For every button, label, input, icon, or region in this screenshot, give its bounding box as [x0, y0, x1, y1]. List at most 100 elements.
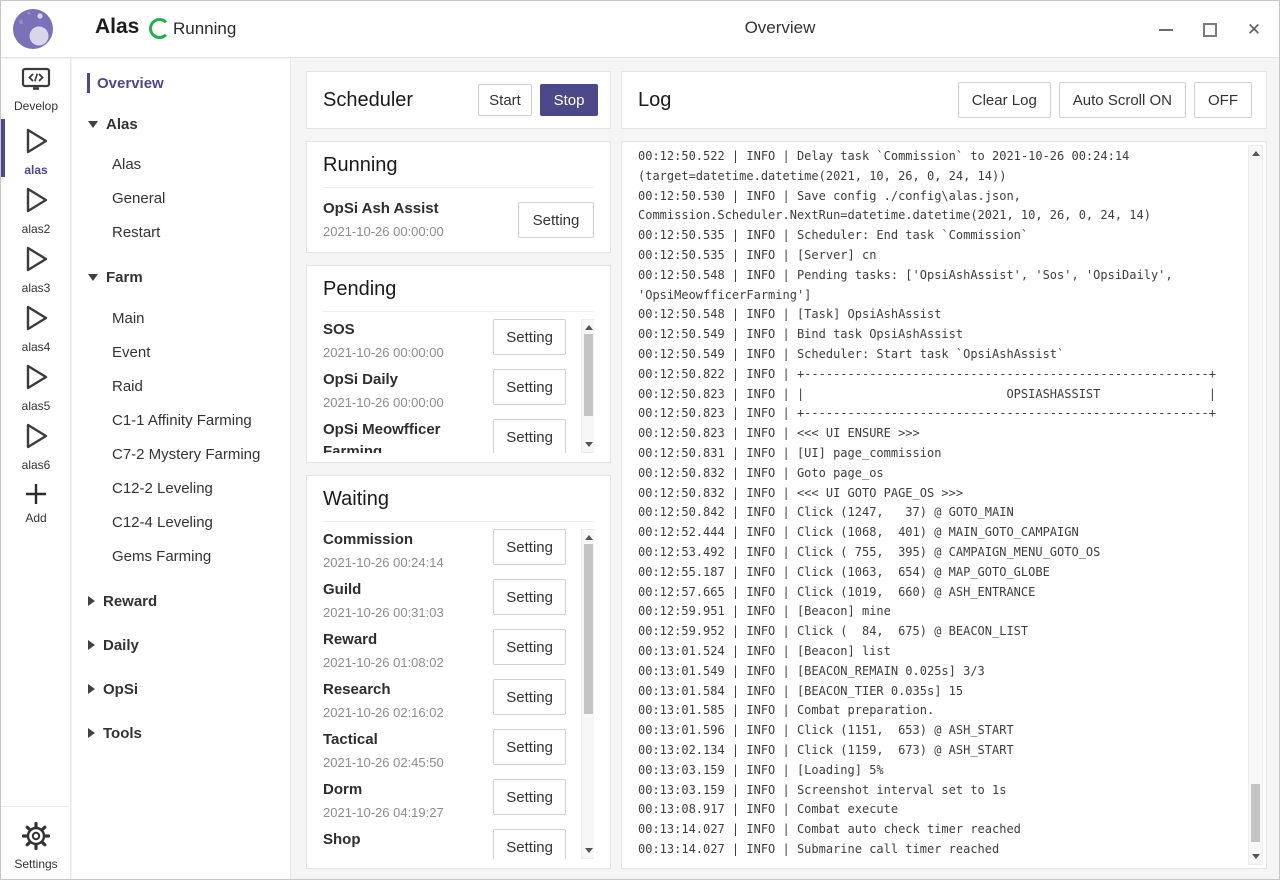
scrollbar-down-icon[interactable] — [582, 844, 594, 857]
rail-item-alas3[interactable]: alas3 — [1, 241, 71, 295]
task-time: 2021-10-26 00:24:14 — [323, 553, 493, 573]
minimize-icon — [1159, 29, 1173, 31]
task-time: 2021-10-26 01:08:02 — [323, 653, 493, 673]
minimize-button[interactable] — [1151, 15, 1181, 45]
menu-item-c12-2-leveling[interactable]: C12-2 Leveling — [72, 477, 290, 499]
scrollbar-thumb[interactable] — [584, 544, 593, 714]
setting-button[interactable]: Setting — [493, 829, 566, 859]
rail-item-alas2[interactable]: alas2 — [1, 182, 71, 236]
play-icon — [18, 182, 54, 218]
stop-button[interactable]: Stop — [540, 84, 598, 116]
setting-button[interactable]: Setting — [493, 629, 566, 665]
task-row: Shop Setting — [323, 829, 594, 859]
rail-item-alas[interactable]: alas — [1, 123, 71, 177]
setting-button[interactable]: Setting — [493, 679, 566, 715]
scrollbar-down-icon[interactable] — [1249, 850, 1262, 863]
rail-item-alas6[interactable]: alas6 — [1, 418, 71, 472]
menu-item-c1-1-affinity-farming[interactable]: C1-1 Affinity Farming — [72, 409, 290, 431]
rail-item-alas5[interactable]: alas5 — [1, 359, 71, 413]
menu-item-c7-2-mystery-farming[interactable]: C7-2 Mystery Farming — [72, 443, 290, 465]
task-time: 2021-10-26 00:31:03 — [323, 603, 493, 623]
log-scrollbar[interactable] — [1248, 145, 1263, 865]
task-row: Commission 2021-10-26 00:24:14 Setting — [323, 529, 594, 579]
task-row: OpSi Meowfficer Farming Setting — [323, 419, 594, 453]
setting-button[interactable]: Setting — [493, 729, 566, 765]
running-card: Running OpSi Ash Assist 2021-10-26 00:00… — [306, 141, 611, 253]
rail-item-label: alas3 — [22, 281, 51, 295]
menu-item-main[interactable]: Main — [72, 307, 290, 329]
setting-button[interactable]: Setting — [493, 529, 566, 565]
scrollbar-up-icon[interactable] — [1249, 147, 1262, 160]
auto-scroll-on-button[interactable]: Auto Scroll ON — [1059, 82, 1186, 118]
scrollbar-thumb[interactable] — [584, 334, 593, 416]
start-button[interactable]: Start — [478, 84, 532, 116]
setting-button[interactable]: Setting — [518, 202, 594, 238]
menu-item-event[interactable]: Event — [72, 341, 290, 363]
pending-card: Pending SOS 2021-10-26 00:00:00 Setting … — [306, 265, 611, 463]
task-name: Commission — [323, 529, 493, 551]
chevron-right-icon — [88, 640, 95, 650]
task-row: OpSi Daily 2021-10-26 00:00:00 Setting — [323, 369, 594, 419]
menu-group-label: Farm — [106, 269, 143, 286]
maximize-button[interactable] — [1195, 15, 1225, 45]
scrollbar-thumb[interactable] — [1251, 784, 1260, 842]
waiting-scrollbar[interactable] — [581, 529, 594, 859]
pending-scrollbar[interactable] — [581, 319, 594, 453]
menu-item-label: C7-2 Mystery Farming — [112, 446, 260, 463]
task-time: 2021-10-26 00:00:00 — [323, 222, 501, 242]
menu-item-raid[interactable]: Raid — [72, 375, 290, 397]
title-bar: Alas Running Overview ✕ — [1, 1, 1279, 58]
chevron-right-icon — [88, 728, 95, 738]
setting-button[interactable]: Setting — [493, 419, 566, 453]
close-button[interactable]: ✕ — [1239, 15, 1269, 45]
gear-icon — [19, 819, 53, 853]
scrollbar-up-icon[interactable] — [582, 321, 594, 334]
setting-button[interactable]: Setting — [493, 579, 566, 615]
menu-item-alas[interactable]: Alas — [72, 153, 290, 175]
chevron-right-icon — [88, 596, 95, 606]
scrollbar-down-icon[interactable] — [582, 438, 594, 451]
menu-item-label: Restart — [112, 224, 160, 241]
scrollbar-up-icon[interactable] — [582, 531, 594, 544]
clear-log-button[interactable]: Clear Log — [958, 82, 1051, 118]
pending-task-list: SOS 2021-10-26 00:00:00 Setting OpSi Dai… — [323, 319, 594, 453]
rail-item-alas4[interactable]: alas4 — [1, 300, 71, 354]
pending-title: Pending — [323, 278, 594, 301]
task-time: 2021-10-26 04:19:27 — [323, 803, 493, 823]
task-name: OpSi Daily — [323, 369, 493, 391]
scheduler-title: Scheduler — [323, 89, 478, 112]
menu-group-daily[interactable]: Daily — [72, 634, 290, 656]
setting-button[interactable]: Setting — [493, 779, 566, 815]
menu-item-overview[interactable]: Overview — [72, 72, 290, 94]
menu-group-farm[interactable]: Farm — [72, 266, 290, 288]
menu-item-c12-4-leveling[interactable]: C12-4 Leveling — [72, 511, 290, 533]
play-icon — [18, 123, 54, 159]
auto-scroll-off-button[interactable]: OFF — [1194, 82, 1252, 118]
task-row: Research 2021-10-26 02:16:02 Setting — [323, 679, 594, 729]
menu-group-alas[interactable]: Alas — [72, 113, 290, 135]
setting-button[interactable]: Setting — [493, 319, 566, 355]
menu-item-general[interactable]: General — [72, 187, 290, 209]
setting-button[interactable]: Setting — [493, 369, 566, 405]
rail-item-add[interactable]: Add — [1, 481, 71, 525]
menu-group-reward[interactable]: Reward — [72, 590, 290, 612]
task-time: 2021-10-26 02:45:50 — [323, 753, 493, 773]
develop-icon — [21, 67, 51, 95]
menu-item-restart[interactable]: Restart — [72, 221, 290, 243]
running-spinner-icon — [149, 18, 170, 39]
task-time: 2021-10-26 02:16:02 — [323, 703, 493, 723]
app-window: Alas Running Overview ✕ Develop — [0, 0, 1280, 880]
scheduler-card: Scheduler Start Stop — [306, 71, 611, 129]
divider — [323, 311, 594, 312]
rail-item-develop[interactable]: Develop — [1, 67, 71, 113]
menu-group-opsi[interactable]: OpSi — [72, 678, 290, 700]
menu-group-tools[interactable]: Tools — [72, 722, 290, 744]
task-row: SOS 2021-10-26 00:00:00 Setting — [323, 319, 594, 369]
play-icon — [18, 359, 54, 395]
divider — [323, 521, 594, 522]
divider — [323, 187, 594, 188]
menu-item-gems-farming[interactable]: Gems Farming — [72, 545, 290, 567]
log-output[interactable]: 00:12:50.522 | INFO | Delay task `Commis… — [638, 147, 1244, 866]
rail-item-settings[interactable]: Settings — [1, 819, 71, 871]
menu-item-label: Event — [112, 344, 150, 361]
